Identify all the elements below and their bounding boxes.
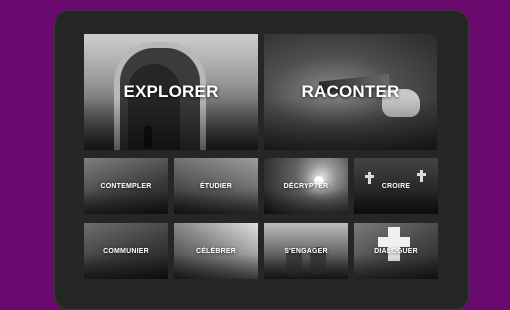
image-shade xyxy=(84,253,168,279)
tile-celebrer[interactable]: CÉLÉBRER xyxy=(174,223,258,279)
tile-croire[interactable]: CROIRE xyxy=(354,158,438,214)
tile-etudier[interactable]: ÉTUDIER xyxy=(174,158,258,214)
tile-croire-label: CROIRE xyxy=(381,182,411,190)
image-shade xyxy=(264,97,437,150)
tile-contempler[interactable]: CONTEMPLER xyxy=(84,158,168,214)
tile-celebrer-label: CÉLÉBRER xyxy=(195,247,237,255)
cross-icon xyxy=(420,170,423,182)
image-shade xyxy=(174,253,258,279)
tile-etudier-label: ÉTUDIER xyxy=(199,182,233,190)
tile-explorer[interactable]: EXPLORER xyxy=(84,34,258,150)
tile-raconter[interactable]: RACONTER xyxy=(264,34,437,150)
image-shade xyxy=(84,188,168,214)
image-shade xyxy=(354,188,438,214)
image-shade xyxy=(84,97,258,150)
tile-explorer-label: EXPLORER xyxy=(123,82,219,101)
tile-communier[interactable]: COMMUNIER xyxy=(84,223,168,279)
image-shade xyxy=(264,253,348,279)
image-shade xyxy=(354,253,438,279)
image-shade xyxy=(264,188,348,214)
tile-raconter-label: RACONTER xyxy=(301,82,400,101)
cross-icon xyxy=(378,237,410,247)
tile-decrypter[interactable]: DÉCRYPTER xyxy=(264,158,348,214)
tile-dialoguer-label: DIALOGUER xyxy=(374,247,418,255)
tile-dialoguer[interactable]: DIALOGUER xyxy=(354,223,438,279)
tile-communier-label: COMMUNIER xyxy=(103,247,149,255)
tile-contempler-label: CONTEMPLER xyxy=(100,182,152,190)
image-shade xyxy=(174,188,258,214)
cross-icon xyxy=(368,172,371,184)
cross-icon xyxy=(417,173,426,176)
tile-decrypter-label: DÉCRYPTER xyxy=(283,182,329,190)
tile-sengager-label: S'ENGAGER xyxy=(284,247,328,255)
tile-sengager[interactable]: S'ENGAGER xyxy=(264,223,348,279)
cross-icon xyxy=(365,175,374,178)
